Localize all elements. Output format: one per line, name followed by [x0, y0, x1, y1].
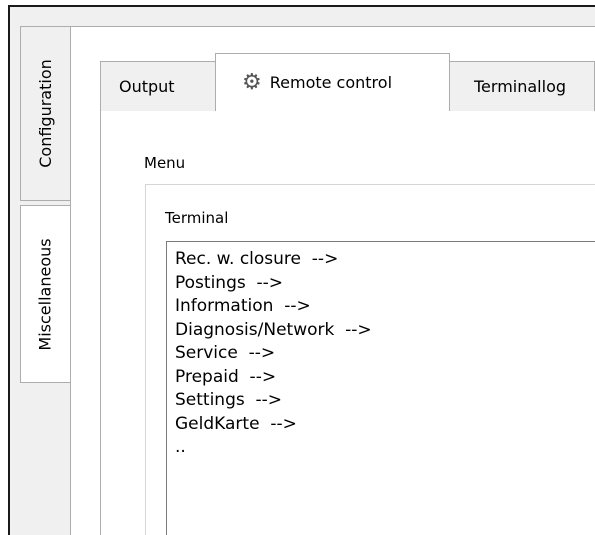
tab-terminallog[interactable]: Terminallog: [449, 61, 595, 111]
list-item[interactable]: Service -->: [175, 342, 595, 366]
terminal-label: Terminal: [165, 209, 229, 227]
side-tab-configuration[interactable]: Configuration: [20, 26, 70, 201]
list-item[interactable]: Rec. w. closure -->: [175, 248, 595, 272]
list-item[interactable]: Prepaid -->: [175, 366, 595, 390]
tab-remote-control[interactable]: ⚙ Remote control: [215, 53, 450, 111]
side-tab-configuration-label: Configuration: [36, 59, 56, 168]
list-item[interactable]: ..: [175, 436, 595, 460]
side-tab-miscellaneous[interactable]: Miscellaneous: [20, 205, 70, 383]
list-item[interactable]: Postings -->: [175, 272, 595, 296]
list-item[interactable]: GeldKarte -->: [175, 413, 595, 437]
list-item[interactable]: Settings -->: [175, 389, 595, 413]
list-item[interactable]: Diagnosis/Network -->: [175, 319, 595, 343]
menu-label: Menu: [144, 154, 186, 172]
terminal-menu-list[interactable]: Rec. w. closure --> Postings --> Informa…: [166, 241, 595, 535]
tab-remote-control-label: Remote control: [269, 73, 393, 92]
tab-output[interactable]: Output: [100, 61, 216, 111]
gears-icon: ⚙: [242, 70, 262, 95]
tab-terminallog-label: Terminallog: [474, 77, 567, 96]
side-tab-miscellaneous-label: Miscellaneous: [36, 237, 56, 351]
tab-output-label: Output: [119, 77, 175, 96]
list-item[interactable]: Information -->: [175, 295, 595, 319]
